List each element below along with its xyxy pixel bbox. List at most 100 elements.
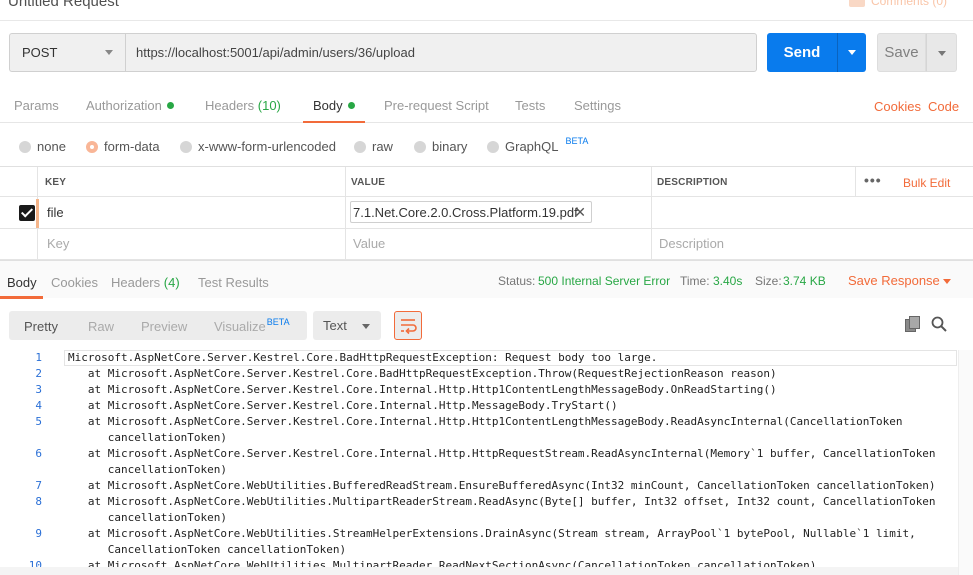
tab-tests[interactable]: Tests <box>515 98 545 113</box>
time-value: 3.40s <box>713 274 743 288</box>
line-number: 4 <box>35 399 42 412</box>
radio-circle <box>19 140 31 153</box>
line-text: at Microsoft.AspNetCore.Server.Kestrel.C… <box>68 367 777 380</box>
search-icon[interactable] <box>931 316 947 332</box>
save-options-button[interactable] <box>926 33 957 72</box>
line-text: at Microsoft.AspNetCore.Server.Kestrel.C… <box>68 415 903 428</box>
tab-body-label: Body <box>313 98 343 113</box>
vertical-scrollbar[interactable] <box>958 350 973 575</box>
view-visualize[interactable]: VisualizeBETA <box>214 317 290 334</box>
method-label: POST <box>22 45 58 60</box>
request-tabs: Params Authorization Headers (10) Body P… <box>0 90 973 123</box>
response-tab-headers[interactable]: Headers (4) <box>111 275 180 290</box>
response-bar: Body Cookies Headers (4) Test Results St… <box>0 260 973 299</box>
key-input[interactable]: Key <box>47 236 69 251</box>
view-mode-group: Pretty Raw Preview VisualizeBETA <box>9 311 307 340</box>
line-text: CancellationToken cancellationToken) <box>68 543 347 556</box>
radio-circle <box>180 140 192 153</box>
active-tab-indicator <box>303 121 365 123</box>
bulk-edit-link[interactable]: Bulk Edit <box>903 176 950 190</box>
radio-form-data[interactable]: form-data <box>86 139 160 154</box>
radio-circle <box>487 140 499 153</box>
divider <box>0 20 973 21</box>
radio-form-data-label: form-data <box>104 139 160 154</box>
save-response-button[interactable]: Save Response <box>848 273 940 288</box>
line-number: 3 <box>35 383 42 396</box>
chevron-down-icon[interactable] <box>943 279 951 284</box>
line-text: cancellationToken) <box>68 511 227 524</box>
line-text: Microsoft.AspNetCore.Server.Kestrel.Core… <box>68 351 658 364</box>
send-button[interactable]: Send <box>767 33 837 72</box>
format-select[interactable]: Text <box>313 311 381 340</box>
radio-graphql[interactable]: GraphQL BETA <box>487 135 589 154</box>
response-tab-body[interactable]: Body <box>7 275 37 290</box>
beta-badge: BETA <box>565 135 589 146</box>
line-text: cancellationToken) <box>68 463 227 476</box>
response-tab-headers-label: Headers <box>111 275 161 290</box>
send-options-button[interactable] <box>837 33 866 72</box>
response-body-editor[interactable]: 1 Microsoft.AspNetCore.Server.Kestrel.Cor… <box>0 350 958 568</box>
view-raw[interactable]: Raw <box>88 319 114 334</box>
radio-urlencoded[interactable]: x-www-form-urlencoded <box>180 139 336 154</box>
radio-binary[interactable]: binary <box>414 139 467 154</box>
status-label: Status: <box>498 274 536 288</box>
line-text: at Microsoft.AspNetCore.WebUtilities.Str… <box>68 527 916 540</box>
comment-icon <box>848 0 865 7</box>
more-options-icon[interactable]: ••• <box>864 172 882 188</box>
body-type-radios: none form-data x-www-form-urlencoded raw… <box>0 134 973 158</box>
column-divider <box>345 167 346 259</box>
line-number: 8 <box>35 495 42 508</box>
tab-settings[interactable]: Settings <box>574 98 621 113</box>
comments-button[interactable]: Comments (0) <box>848 0 947 8</box>
copy-icon[interactable] <box>905 316 920 332</box>
url-input[interactable]: https://localhost:5001/api/admin/users/3… <box>125 33 757 72</box>
beta-badge: BETA <box>266 317 290 327</box>
file-name: 7.1.Net.Core.2.0.Cross.Platform.19.pdf <box>353 204 578 220</box>
tab-prerequest-script[interactable]: Pre-request Script <box>384 98 489 113</box>
radio-circle-selected <box>86 140 98 153</box>
description-input[interactable]: Description <box>659 236 724 251</box>
radio-none-label: none <box>37 139 66 154</box>
code-link[interactable]: Code <box>928 99 959 114</box>
radio-none[interactable]: none <box>19 139 66 154</box>
row-enabled-checkbox[interactable] <box>19 205 35 221</box>
tab-authorization[interactable]: Authorization <box>86 98 174 113</box>
line-text: at Microsoft.AspNetCore.WebUtilities.Buf… <box>68 479 936 492</box>
line-text: at Microsoft.AspNetCore.Server.Kestrel.C… <box>68 383 777 396</box>
horizontal-scrollbar[interactable] <box>0 567 958 575</box>
key-cell[interactable]: file <box>47 205 64 220</box>
response-tab-test-results[interactable]: Test Results <box>198 275 269 290</box>
cookies-link[interactable]: Cookies <box>874 99 921 114</box>
status-dot <box>166 102 174 109</box>
response-headers-count: (4) <box>163 275 180 290</box>
wrap-lines-button[interactable] <box>394 311 422 340</box>
response-tab-cookies[interactable]: Cookies <box>51 275 98 290</box>
size-label: Size: <box>755 274 782 288</box>
row-divider <box>0 196 973 197</box>
column-divider <box>651 167 652 259</box>
tab-headers[interactable]: Headers (10) <box>205 98 281 113</box>
file-chip[interactable]: 7.1.Net.Core.2.0.Cross.Platform.19.pdf ✕ <box>350 201 592 223</box>
close-icon[interactable]: ✕ <box>574 204 586 221</box>
save-button[interactable]: Save <box>877 33 926 72</box>
radio-raw[interactable]: raw <box>354 139 393 154</box>
size-value: 3.74 KB <box>783 274 826 288</box>
view-preview[interactable]: Preview <box>141 319 187 334</box>
method-select[interactable]: POST <box>9 33 126 72</box>
tab-authorization-label: Authorization <box>86 98 162 113</box>
chevron-down-icon <box>105 50 113 55</box>
line-text: at Microsoft.AspNetCore.Server.Kestrel.C… <box>68 447 936 460</box>
tab-params[interactable]: Params <box>14 98 59 113</box>
tab-headers-label: Headers <box>205 98 255 113</box>
radio-graphql-label: GraphQL <box>505 139 559 154</box>
form-data-table: KEY VALUE DESCRIPTION ••• Bulk Edit file… <box>0 166 973 260</box>
value-input[interactable]: Value <box>353 236 385 251</box>
line-text: at Microsoft.AspNetCore.WebUtilities.Mul… <box>68 495 936 508</box>
column-header-description: DESCRIPTION <box>657 177 728 188</box>
request-title[interactable]: Untitled Request <box>8 0 119 10</box>
comments-label: Comments (0) <box>870 0 947 8</box>
line-number: 7 <box>35 479 42 492</box>
tab-body[interactable]: Body <box>313 98 355 113</box>
view-pretty[interactable]: Pretty <box>24 319 58 334</box>
line-number: 1 <box>35 351 42 364</box>
